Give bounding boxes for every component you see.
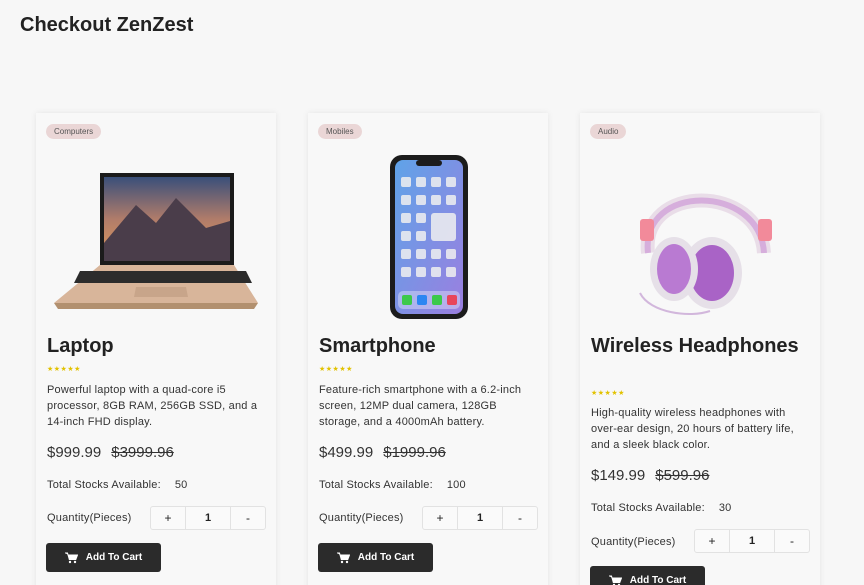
- increment-button[interactable]: +: [151, 507, 185, 529]
- original-price: $1999.96: [383, 444, 446, 461]
- product-name: Wireless Headphones: [591, 335, 799, 357]
- increment-button[interactable]: +: [695, 530, 729, 552]
- decrement-button[interactable]: -: [503, 507, 537, 529]
- quantity-stepper: + 1 -: [150, 506, 266, 530]
- price-group: $499.99 $1999.96: [319, 444, 446, 461]
- add-to-cart-label: Add To Cart: [357, 552, 415, 563]
- page-title: Checkout ZenZest: [20, 14, 194, 36]
- quantity-label: Quantity(Pieces): [319, 512, 404, 524]
- product-card-smartphone: Mobiles Smartphone ★★★★★ Feature-rich sm…: [308, 113, 548, 585]
- product-name: Smartphone: [319, 335, 436, 357]
- stock-info: Total Stocks Available: 100: [319, 479, 466, 491]
- current-price: $149.99: [591, 467, 646, 484]
- category-badge: Audio: [590, 124, 627, 139]
- quantity-stepper: + 1 -: [422, 506, 538, 530]
- quantity-value[interactable]: 1: [729, 530, 775, 552]
- cart-icon: [336, 552, 350, 563]
- stock-count: 30: [718, 502, 732, 514]
- product-name: Laptop: [47, 335, 114, 357]
- quantity-value[interactable]: 1: [457, 507, 503, 529]
- decrement-button[interactable]: -: [775, 530, 809, 552]
- product-description: Powerful laptop with a quad-core i5 proc…: [47, 384, 258, 428]
- decrement-button[interactable]: -: [231, 507, 265, 529]
- current-price: $999.99: [47, 444, 102, 461]
- add-to-cart-label: Add To Cart: [629, 575, 687, 585]
- quantity-label: Quantity(Pieces): [591, 536, 676, 548]
- add-to-cart-button[interactable]: Add To Cart: [590, 566, 705, 585]
- current-price: $499.99: [319, 444, 374, 461]
- rating-stars: ★★★★★: [319, 366, 353, 373]
- category-badge: Mobiles: [318, 124, 362, 139]
- rating-stars: ★★★★★: [591, 390, 625, 397]
- stock-label: Total Stocks Available:: [591, 502, 705, 514]
- stock-label: Total Stocks Available:: [47, 479, 161, 491]
- quantity-label: Quantity(Pieces): [47, 512, 132, 524]
- stock-info: Total Stocks Available: 50: [47, 479, 188, 491]
- increment-button[interactable]: +: [423, 507, 457, 529]
- original-price: $599.96: [655, 467, 710, 484]
- price-group: $999.99 $3999.96: [47, 444, 174, 461]
- quantity-stepper: + 1 -: [694, 529, 810, 553]
- stock-label: Total Stocks Available:: [319, 479, 433, 491]
- product-description: Feature-rich smartphone with a 6.2-inch …: [319, 384, 522, 428]
- original-price: $3999.96: [111, 444, 174, 461]
- category-badge: Computers: [46, 124, 102, 139]
- rating-stars: ★★★★★: [47, 366, 81, 373]
- stock-info: Total Stocks Available: 30: [591, 502, 732, 514]
- product-card-laptop: Computers Laptop ★★★★★ Powerful laptop w…: [36, 113, 276, 585]
- product-card-headphones: Audio Wireless Headphones ★★★★★ High-qua…: [580, 113, 820, 585]
- stock-count: 50: [174, 479, 188, 491]
- laptop-image: [36, 143, 276, 323]
- headphones-image: [580, 143, 820, 323]
- cart-icon: [64, 552, 78, 563]
- quantity-value[interactable]: 1: [185, 507, 231, 529]
- add-to-cart-label: Add To Cart: [85, 552, 143, 563]
- stock-count: 100: [446, 479, 466, 491]
- add-to-cart-button[interactable]: Add To Cart: [46, 543, 161, 572]
- add-to-cart-button[interactable]: Add To Cart: [318, 543, 433, 572]
- price-group: $149.99 $599.96: [591, 467, 709, 484]
- smartphone-image: [308, 143, 548, 323]
- cart-icon: [608, 575, 622, 585]
- product-description: High-quality wireless headphones with ov…: [591, 407, 794, 451]
